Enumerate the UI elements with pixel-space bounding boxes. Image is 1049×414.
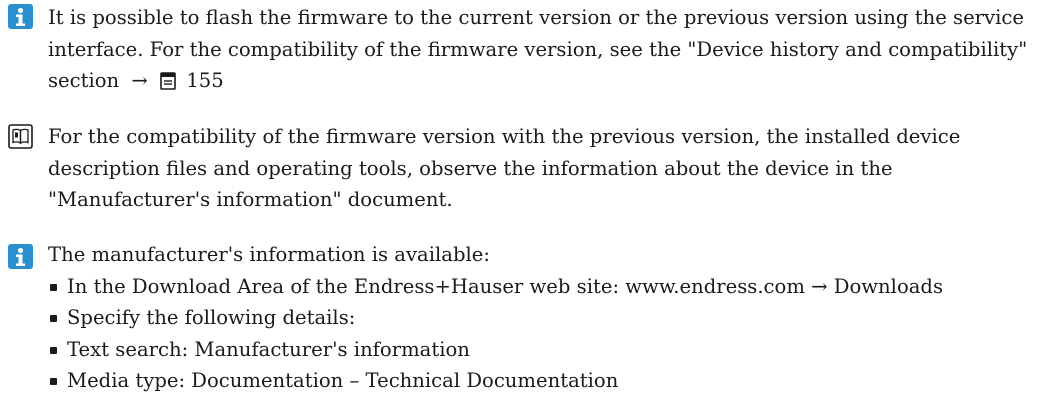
page-reference-icon: [160, 72, 176, 90]
note-text: For the compatibility of the firmware ve…: [48, 125, 961, 211]
document-reference-icon: [8, 124, 33, 149]
note-manufacturer-info: The manufacturer's information is availa…: [8, 240, 1044, 414]
note-firmware-flash: It is possible to flash the firmware to …: [8, 0, 1044, 100]
page-number-link[interactable]: 155: [186, 69, 223, 92]
list-item: Media type: Documentation – Technical Do…: [48, 365, 1044, 397]
list-item: In the Download Area of the Endress+Haus…: [48, 271, 1044, 303]
availability-list: In the Download Area of the Endress+Haus…: [48, 271, 1044, 334]
list-item: Specify the following details:: [48, 302, 1044, 334]
note-text: The manufacturer's information is availa…: [48, 243, 490, 266]
details-list: Text search: Manufacturer's information …: [48, 334, 1044, 397]
reference-arrow: →: [131, 69, 148, 92]
info-icon: [8, 4, 33, 29]
info-icon: [8, 244, 33, 269]
note-compatibility: For the compatibility of the firmware ve…: [8, 120, 1044, 220]
list-item: Text search: Manufacturer's information: [48, 334, 1044, 366]
